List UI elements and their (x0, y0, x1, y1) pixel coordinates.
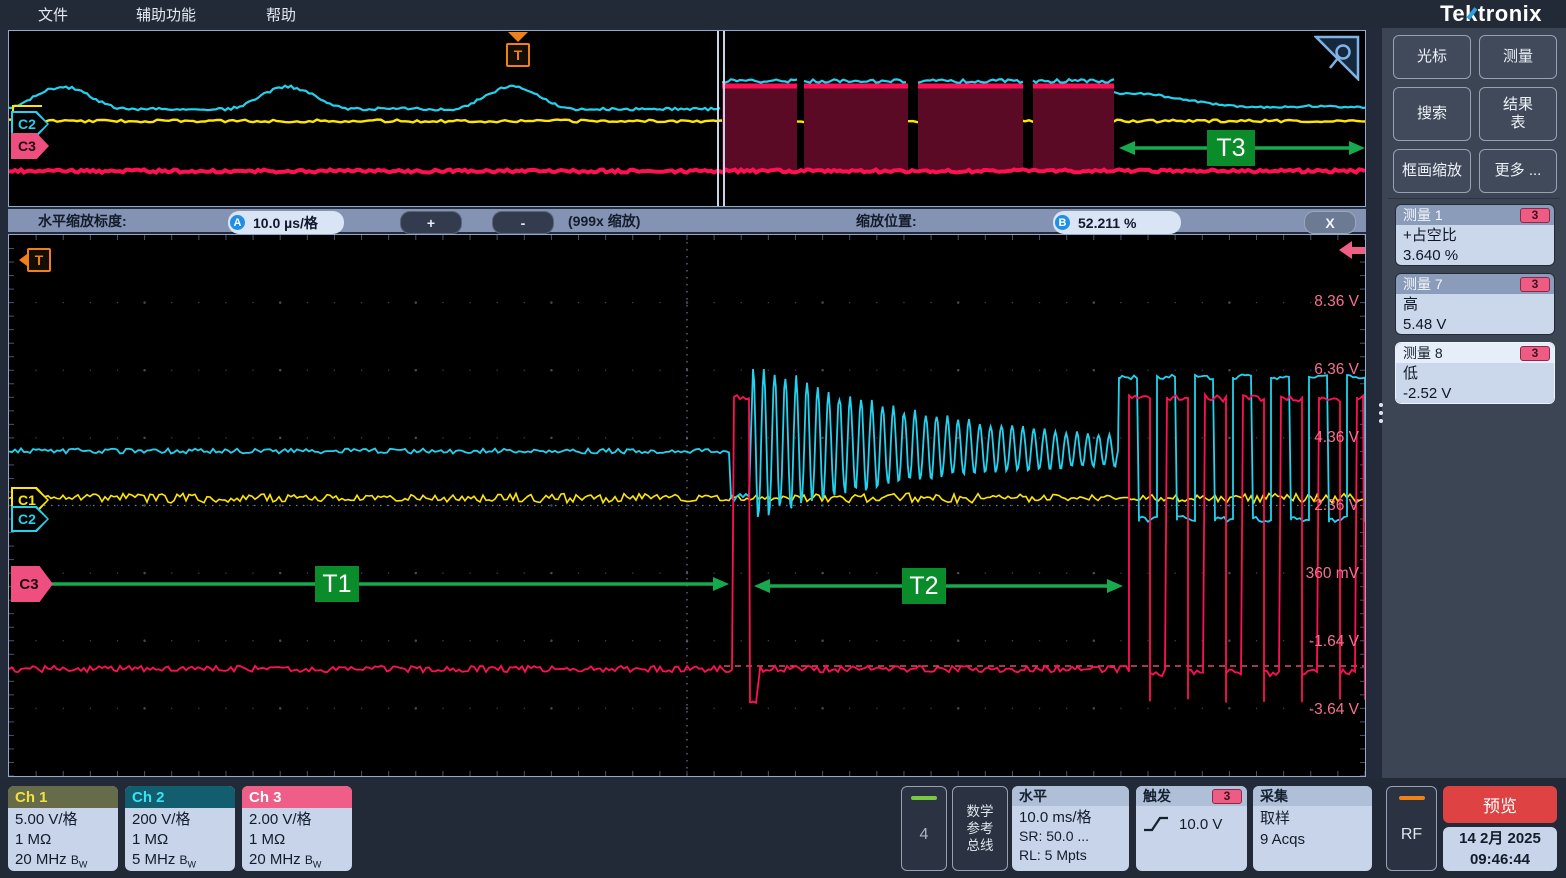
zoom-out-button[interactable]: - (492, 211, 554, 234)
zoom-in-button[interactable]: + (400, 211, 462, 234)
zoom-overview-icon[interactable] (1314, 35, 1360, 86)
zone-b-badge: B (1055, 215, 1070, 230)
channel-2-badge[interactable]: Ch 2 200 V/格 1 MΩ 5 MHz BW (125, 786, 235, 871)
zoom-scale-label: 水平缩放标度: (38, 209, 127, 232)
tektronix-logo: Tektronix (1440, 1, 1542, 27)
trigger-left-arrow-icon (19, 254, 27, 266)
horizontal-badge[interactable]: 水平 10.0 ms/格 SR: 50.0 ... RL: 5 Mpts (1012, 786, 1129, 871)
datetime-display: 14 2月 2025 09:46:44 (1443, 827, 1557, 871)
voltage-scale-label: 8.36 V (1314, 293, 1359, 310)
draw-a-box-button[interactable]: 框画缩放 (1393, 149, 1471, 193)
zone-a-badge: A (230, 215, 245, 230)
oscilloscope-app: 文件 辅助功能 帮助 Tektronix C2 C3 T (0, 0, 1566, 878)
 (918, 79, 1023, 83)
t2-label: T2 (902, 568, 946, 604)
voltage-scale-label: 4.36 V (1314, 429, 1359, 446)
trigger-source-badge: 3 (1212, 789, 1242, 804)
 (1114, 92, 1365, 108)
sidebar-divider (1388, 198, 1560, 199)
t1-label: T1 (315, 566, 359, 602)
 (804, 79, 906, 82)
channel-1-badge[interactable]: Ch 1 5.00 V/格 1 MΩ 20 MHz BW (8, 786, 118, 871)
trigger-badge[interactable]: 触发3 10.0 V (1136, 786, 1247, 871)
bottom-settings-bar: Ch 1 5.00 V/格 1 MΩ 20 MHz BW Ch 2 200 V/… (0, 778, 1566, 878)
measurement-badge-8[interactable]: 测量 83 低-2.52 V (1395, 342, 1555, 404)
trigger-level-marker[interactable] (1339, 241, 1365, 259)
rising-edge-icon (1143, 814, 1169, 834)
zoom-factor-text: (999x 缩放) (568, 209, 640, 232)
sidebar-drawer-handle[interactable] (1374, 396, 1388, 430)
channel-3-badge[interactable]: Ch 3 2.00 V/格 1 MΩ 20 MHz BW (242, 786, 352, 871)
more-button[interactable]: 更多 ... (1479, 149, 1557, 193)
main-waveforms: 8.36 V 6.36 V 4.36 V 2.36 V 360 mV -1.64 V -3.… (9, 235, 1365, 776)
menu-bar: 文件 辅助功能 帮助 Tektronix (0, 0, 1566, 28)
source-badge: 3 (1520, 277, 1550, 292)
main-ch3-trace (9, 395, 1365, 703)
overview-ch1-trace (9, 120, 1365, 123)
zoom-position-value[interactable]: B 52.211 % (1053, 211, 1181, 234)
overview-trigger-marker[interactable]: T (505, 32, 531, 76)
menu-file[interactable]: 文件 (38, 4, 68, 25)
measure-button[interactable]: 测量 (1479, 35, 1557, 79)
menu-utility[interactable]: 辅助功能 (136, 4, 196, 25)
voltage-scale-label: -1.64 V (1309, 633, 1360, 650)
overview-channel-tag-ch3[interactable]: C3 (11, 133, 49, 159)
main-graticule: 8.36 V 6.36 V 4.36 V 2.36 V 360 mV -1.64 V -3.… (8, 234, 1366, 777)
 (722, 79, 797, 82)
main-channel-tag-ch2[interactable]: C2 (11, 506, 49, 532)
main-channel-tag-ch3[interactable]: C3 (11, 566, 53, 602)
results-table-button[interactable]: 结果 表 (1479, 87, 1557, 141)
acquisition-badge[interactable]: 采集 取样 9 Acqs (1253, 786, 1372, 871)
zoom-control-bar: 水平缩放标度: A 10.0 µs/格 + - (999x 缩放) 缩放位置: … (8, 209, 1366, 232)
cursors-button[interactable]: 光标 (1393, 35, 1471, 79)
voltage-scale-label: 360 mV (1306, 565, 1360, 582)
 (1033, 79, 1114, 83)
menu-help[interactable]: 帮助 (266, 4, 296, 25)
measurement-badge-7[interactable]: 测量 73 高5.48 V (1395, 273, 1555, 335)
source-badge: 3 (1520, 208, 1550, 223)
source-badge: 3 (1520, 346, 1550, 361)
channel-4-button[interactable]: 4 (901, 786, 947, 871)
trigger-triangle-icon (508, 32, 528, 42)
overview-waveforms (9, 31, 1365, 206)
overview-ch2-trace (9, 86, 720, 111)
zoom-close-button[interactable]: X (1304, 211, 1356, 234)
voltage-scale-label: 6.36 V (1314, 361, 1359, 378)
rf-button[interactable]: RF (1386, 786, 1437, 871)
main-trigger-position-marker[interactable]: T (19, 248, 53, 272)
overview-ch3-trace (9, 169, 1365, 172)
t3-label: T3 (1207, 130, 1255, 166)
overview-panel: C2 C3 T T3 (8, 30, 1366, 207)
preview-button[interactable]: 预览 (1443, 786, 1557, 823)
voltage-scale-label: -3.64 V (1309, 701, 1360, 718)
math-ref-bus-button[interactable]: 数学 参考 总线 (952, 786, 1008, 871)
search-button[interactable]: 搜索 (1393, 87, 1471, 141)
voltage-scale-label: 2.36 V (1314, 497, 1359, 514)
right-sidebar: 光标 测量 搜索 结果 表 框画缩放 更多 ... 测量 13 +占空比3.64… (1382, 28, 1566, 778)
measurement-badge-1[interactable]: 测量 13 +占空比3.640 % (1395, 204, 1555, 266)
zoom-scale-value[interactable]: A 10.0 µs/格 (228, 211, 344, 234)
zoom-position-label: 缩放位置: (856, 209, 917, 232)
